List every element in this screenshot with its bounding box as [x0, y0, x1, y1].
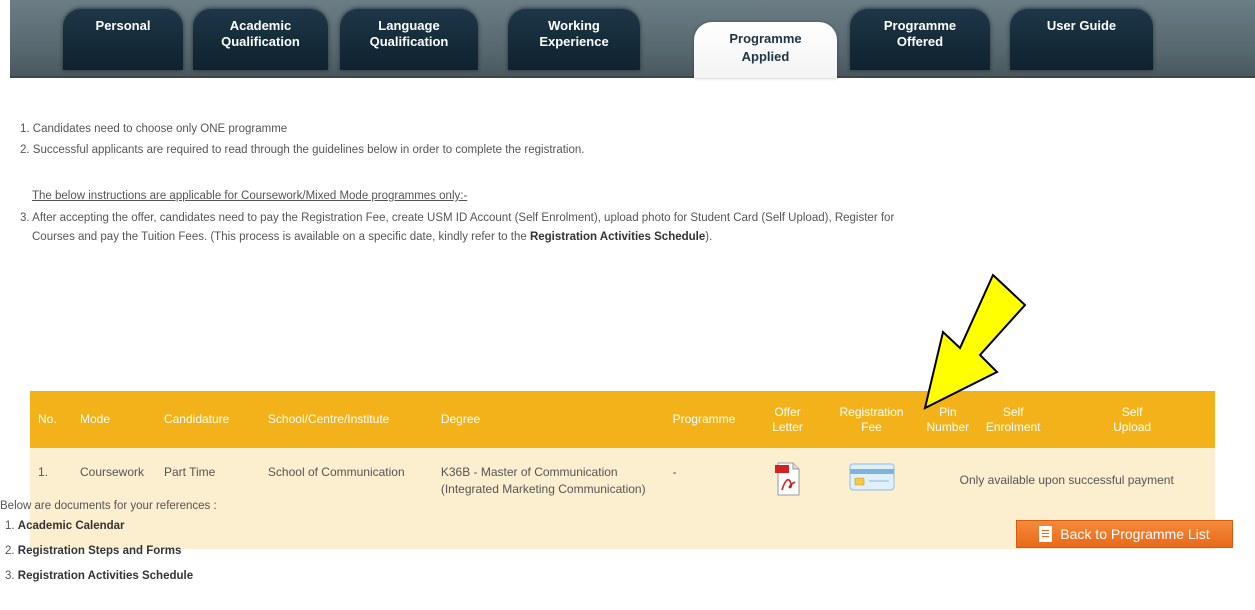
pdf-icon[interactable] — [774, 462, 801, 496]
header-text: Fee — [861, 419, 882, 434]
header-self-enrolment: Self Enrolment — [977, 391, 1049, 448]
tab-label: Applied — [741, 49, 790, 64]
back-button-label: Back to Programme List — [1060, 526, 1210, 542]
references-heading: Below are documents for your references … — [0, 500, 217, 512]
tab-label: Programme — [883, 18, 957, 33]
cell-mode: Coursework — [79, 465, 145, 479]
instruction-item-3-line1: 3. After accepting the offer, candidates… — [20, 212, 895, 224]
tab-language-qualification[interactable]: Language Qualification — [340, 8, 478, 70]
tab-label: Language — [378, 18, 440, 33]
header-pin-number: Pin Number — [918, 391, 977, 448]
table-header-row: No. Mode Candidature School/Centre/Insti… — [30, 391, 1215, 448]
credit-card-icon[interactable] — [849, 462, 895, 492]
reference-number: 1. — [5, 520, 15, 532]
header-mode: Mode — [79, 412, 111, 426]
cell-registration-fee — [825, 448, 919, 549]
cell-degree: K36B - Master of Communication (Integrat… — [440, 465, 646, 496]
tab-working-experience[interactable]: Working Experience — [508, 8, 640, 70]
cell-school: School of Communication — [267, 465, 405, 479]
cell-candidature: Part Time — [163, 465, 216, 479]
tab-label: Personal — [95, 18, 151, 33]
instruction-subheading: The below instructions are applicable fo… — [32, 190, 468, 202]
cell-programme: - — [672, 465, 677, 479]
tab-programme-applied[interactable]: Programme Applied — [694, 22, 837, 78]
reference-number: 3. — [5, 570, 15, 582]
header-self-upload: Self Upload — [1049, 391, 1215, 448]
header-text: Self — [1121, 404, 1143, 419]
instruction-item-3: 3. After accepting the offer, candidates… — [20, 209, 1235, 247]
tab-user-guide[interactable]: User Guide — [1010, 8, 1153, 70]
tab-label: Working — [548, 18, 600, 33]
back-to-programme-list-button[interactable]: Back to Programme List — [1016, 520, 1233, 548]
header-text: Letter — [772, 419, 803, 434]
header-degree: Degree — [440, 412, 481, 426]
tab-label: User Guide — [1046, 18, 1117, 33]
header-text: Upload — [1113, 419, 1152, 434]
header-programme: Programme — [672, 412, 736, 426]
header-text: Enrolment — [985, 419, 1041, 434]
header-text: Pin — [939, 404, 957, 419]
tab-programme-offered[interactable]: Programme Offered — [850, 8, 990, 70]
tab-personal[interactable]: Personal — [63, 8, 183, 70]
reference-link-academic-calendar[interactable]: Academic Calendar — [18, 520, 125, 532]
tab-bar: Personal Academic Qualification Language… — [10, 0, 1255, 78]
registration-activities-schedule-link[interactable]: Registration Activities Schedule — [530, 231, 705, 243]
tab-label: Qualification — [221, 34, 300, 49]
reference-number: 2. — [5, 545, 15, 557]
reference-link-registration-schedule[interactable]: Registration Activities Schedule — [18, 570, 193, 582]
header-text: Self — [1002, 404, 1024, 419]
tab-academic-qualification[interactable]: Academic Qualification — [193, 8, 328, 70]
cell-no: 1. — [38, 465, 49, 479]
cell-offer-letter — [751, 448, 825, 549]
header-no: No. — [38, 412, 57, 426]
tab-label: Programme — [729, 31, 802, 46]
document-icon — [1039, 526, 1053, 542]
tab-label: Qualification — [369, 34, 449, 49]
instruction-text: ). — [705, 231, 713, 243]
reference-item[interactable]: 1. Academic Calendar — [5, 520, 125, 532]
header-candidature: Candidature — [163, 412, 230, 426]
instruction-item-1: 1. Candidates need to choose only ONE pr… — [20, 123, 288, 135]
header-school: School/Centre/Institute — [267, 412, 390, 426]
header-registration-fee: Registration Fee — [825, 391, 919, 448]
instruction-text: Courses and pay the Tuition Fees. (This … — [32, 231, 530, 243]
reference-item[interactable]: 3. Registration Activities Schedule — [5, 570, 193, 582]
reference-link-registration-steps[interactable]: Registration Steps and Forms — [18, 545, 182, 557]
instruction-item-3-line2: Courses and pay the Tuition Fees. (This … — [20, 228, 1235, 247]
header-offer-letter: Offer Letter — [751, 391, 825, 448]
tab-label: Academic — [229, 18, 292, 33]
header-text: Offer — [774, 404, 801, 419]
instruction-item-2: 2. Successful applicants are required to… — [20, 144, 585, 156]
tab-label: Offered — [896, 34, 944, 49]
reference-item[interactable]: 2. Registration Steps and Forms — [5, 545, 181, 557]
tab-label: Experience — [539, 34, 609, 49]
header-text: Registration — [839, 404, 904, 419]
header-text: Number — [926, 419, 970, 434]
